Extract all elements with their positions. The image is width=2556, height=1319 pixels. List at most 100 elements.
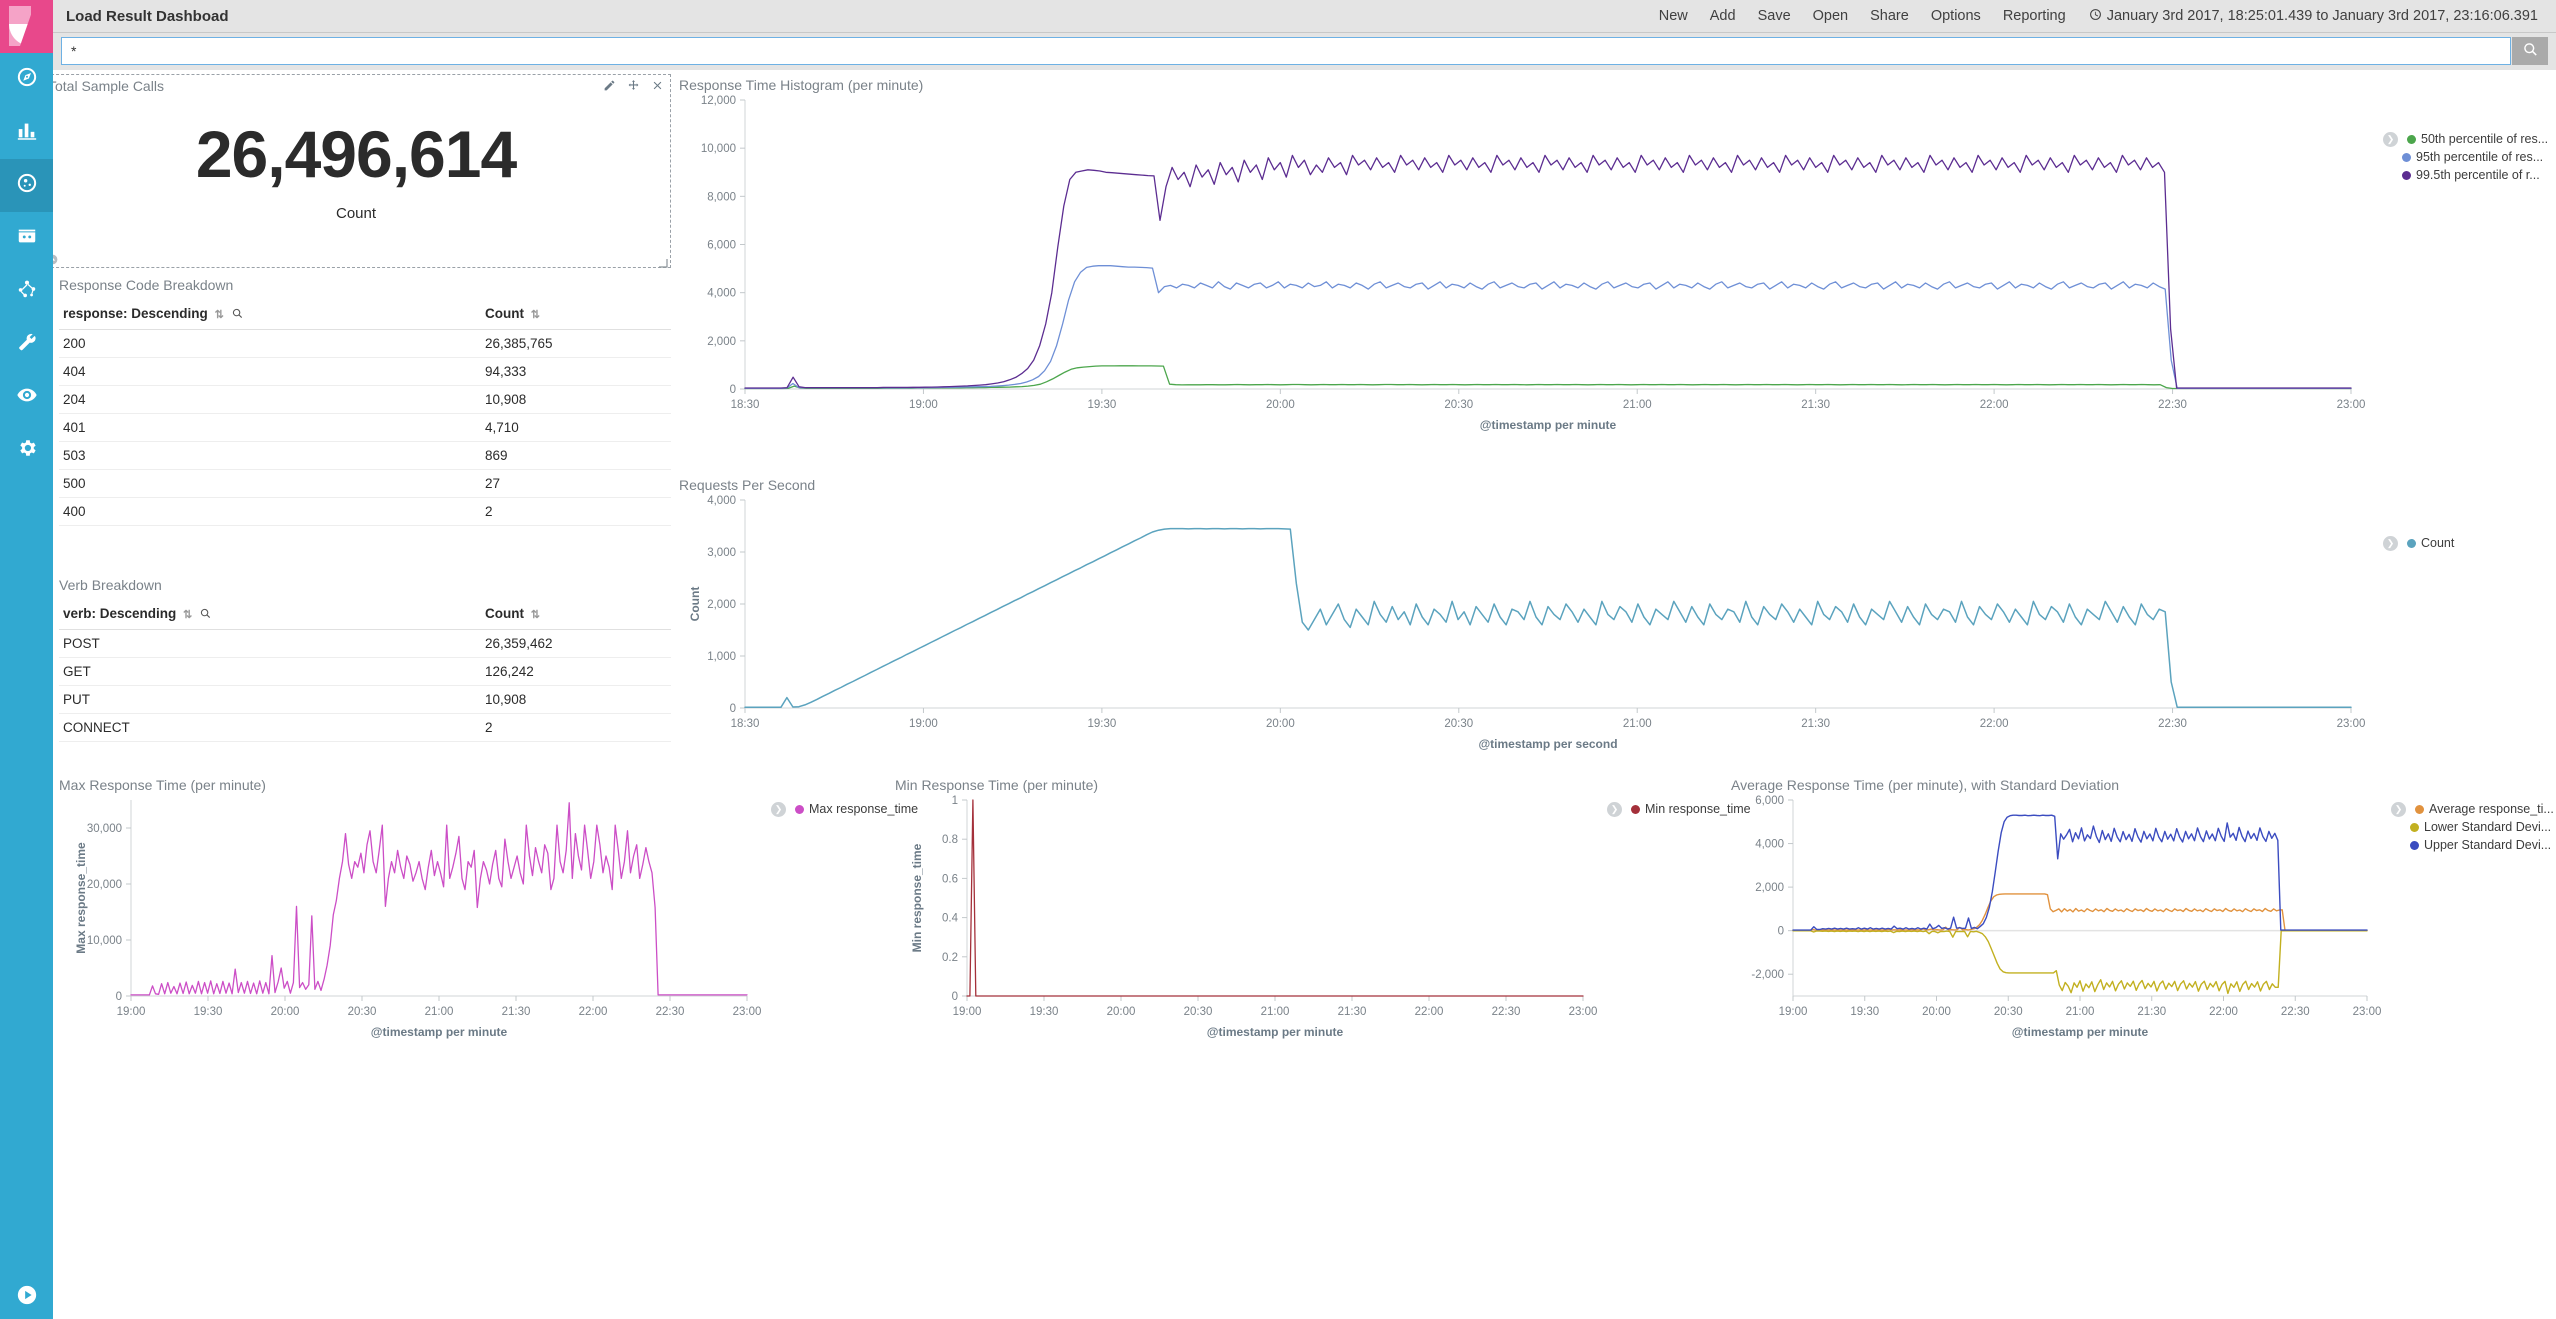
panel-total-sample-calls[interactable]: Total Sample Calls 26,496,614 Count — [41, 74, 671, 268]
legend-expander-icon[interactable]: ❯ — [2391, 801, 2406, 817]
svg-text:Max response_time: Max response_time — [74, 842, 88, 954]
legend-color-dot — [2407, 134, 2416, 144]
table-row[interactable]: 400 2 — [59, 497, 671, 526]
sort-icon[interactable]: ⇅ — [183, 609, 192, 621]
legend-item[interactable]: Lower Standard Devi... — [2391, 818, 2554, 836]
legend-item[interactable]: Upper Standard Devi... — [2391, 836, 2554, 854]
sidebar-item-timelion[interactable] — [0, 212, 53, 265]
close-icon[interactable] — [651, 79, 664, 97]
svg-text:@timestamp per minute: @timestamp per minute — [1480, 418, 1617, 432]
menu-item-reporting[interactable]: Reporting — [1992, 8, 2077, 24]
table-row[interactable]: 500 27 — [59, 469, 671, 498]
svg-text:19:00: 19:00 — [909, 399, 938, 411]
move-icon[interactable] — [627, 79, 640, 97]
sidebar-item-management[interactable] — [0, 424, 53, 477]
table-row[interactable]: POST 26,359,462 — [59, 629, 671, 658]
column-header-count[interactable]: Count ⇅ — [481, 300, 671, 330]
legend-label[interactable]: Average response_ti... — [2429, 802, 2554, 816]
sidebar-item-visualize[interactable] — [0, 106, 53, 159]
legend-color-dot — [2415, 804, 2424, 814]
edit-icon[interactable] — [603, 79, 616, 97]
legend-item[interactable]: ❯ Average response_ti... — [2391, 800, 2554, 818]
legend-expander-icon[interactable]: ❯ — [2383, 131, 2398, 147]
time-picker[interactable]: January 3rd 2017, 18:25:01.439 to Januar… — [2077, 8, 2542, 25]
legend-label[interactable]: 95th percentile of res... — [2416, 150, 2543, 164]
menu-item-add[interactable]: Add — [1699, 8, 1747, 24]
panel-requests-per-second[interactable]: Requests Per Second 0 1,000 2,000 3,000 4,00… — [673, 474, 2556, 774]
sidebar-item-dashboard[interactable] — [0, 159, 53, 212]
legend-average-response-time: ❯ Average response_ti... Lower Standard De… — [2391, 800, 2554, 854]
legend-label[interactable]: Upper Standard Devi... — [2424, 838, 2551, 852]
panel-resize-handle[interactable] — [658, 255, 668, 268]
table-header-row: verb: Descending ⇅ Count ⇅ — [59, 600, 671, 630]
svg-text:22:30: 22:30 — [1492, 1006, 1521, 1018]
column-search-icon[interactable] — [232, 306, 243, 321]
legend-item[interactable]: ❯ Count — [2383, 534, 2454, 552]
sidebar-item-discover[interactable] — [0, 53, 53, 106]
legend-expander-icon[interactable]: ❯ — [2383, 535, 2398, 551]
column-header-verb[interactable]: verb: Descending ⇅ — [59, 600, 481, 630]
panel-min-response-time[interactable]: Min Response Time (per minute) 0 0.2 0.4 0.… — [889, 774, 1751, 1064]
panel-average-response-time[interactable]: Average Response Time (per minute), with… — [1725, 774, 2556, 1064]
legend-label[interactable]: 99.5th percentile of r... — [2416, 168, 2540, 182]
legend-expander-icon[interactable]: ❯ — [1607, 801, 1622, 817]
sort-icon[interactable]: ⇅ — [531, 309, 540, 321]
svg-text:19:30: 19:30 — [1030, 1006, 1059, 1018]
column-header-response[interactable]: response: Descending ⇅ — [59, 300, 481, 330]
svg-text:22:30: 22:30 — [2158, 399, 2187, 411]
panel-title-verb-breakdown: Verb Breakdown — [59, 577, 162, 593]
column-search-icon[interactable] — [200, 606, 211, 621]
table-row[interactable]: 503 869 — [59, 441, 671, 470]
table-row[interactable]: GET 126,242 — [59, 657, 671, 686]
svg-text:20,000: 20,000 — [87, 879, 122, 891]
table-row[interactable]: 404 94,333 — [59, 357, 671, 386]
legend-item[interactable]: ❯ 50th percentile of res... — [2383, 130, 2548, 148]
timelion-icon — [16, 225, 38, 252]
table-row[interactable]: 401 4,710 — [59, 413, 671, 442]
panel-max-response-time[interactable]: Max Response Time (per minute) 0 10,000 20… — [53, 774, 918, 1064]
sidebar-item-dev-tools[interactable] — [0, 318, 53, 371]
legend-item[interactable]: 95th percentile of res... — [2383, 148, 2548, 166]
menu-item-open[interactable]: Open — [1802, 8, 1859, 24]
clock-icon — [2089, 8, 2102, 25]
legend-label[interactable]: Count — [2421, 536, 2454, 550]
table-row[interactable]: CONNECT 2 — [59, 713, 671, 742]
sidebar-item-monitoring[interactable] — [0, 371, 53, 424]
cell-key: 204 — [59, 385, 481, 414]
search-input[interactable] — [61, 37, 2511, 65]
sort-icon[interactable]: ⇅ — [215, 309, 224, 321]
table-row[interactable]: 200 26,385,765 — [59, 329, 671, 358]
cell-count: 10,908 — [481, 385, 671, 414]
cell-key: 500 — [59, 469, 481, 498]
svg-text:-2,000: -2,000 — [1751, 969, 1784, 981]
dashboard-menu: New Add Save Open Share Options Reportin… — [1648, 8, 2556, 25]
table-row[interactable]: PUT 10,908 — [59, 685, 671, 714]
panel-response-time-histogram[interactable]: Response Time Histogram (per minute) 0 2,… — [673, 74, 2556, 464]
svg-text:20:30: 20:30 — [1444, 718, 1473, 730]
chart-average-response-time: -2,000 0 2,000 4,000 6,000 19:00 19:30 20:00 20:… — [1751, 795, 2381, 1039]
svg-text:3,000: 3,000 — [707, 547, 736, 559]
sidebar-item-graph[interactable] — [0, 265, 53, 318]
dashboard-canvas: Total Sample Calls 26,496,614 Count Resp… — [41, 70, 2556, 1319]
menu-item-save[interactable]: Save — [1747, 8, 1802, 24]
search-button[interactable] — [2512, 37, 2548, 65]
column-header-count[interactable]: Count ⇅ — [481, 600, 671, 630]
kibana-logo[interactable] — [0, 0, 53, 53]
svg-text:6,000: 6,000 — [1755, 795, 1784, 807]
svg-text:19:00: 19:00 — [117, 1006, 146, 1018]
table-row[interactable]: 204 10,908 — [59, 385, 671, 414]
legend-label[interactable]: Lower Standard Devi... — [2424, 820, 2551, 834]
panel-verb-breakdown[interactable]: Verb Breakdown verb: Descending ⇅ Count … — [53, 574, 671, 774]
svg-text:19:00: 19:00 — [953, 1006, 982, 1018]
panel-response-code-breakdown[interactable]: Response Code Breakdown response: Descen… — [53, 274, 671, 564]
menu-item-options[interactable]: Options — [1920, 8, 1992, 24]
legend-label[interactable]: 50th percentile of res... — [2421, 132, 2548, 146]
legend-item[interactable]: 99.5th percentile of r... — [2383, 166, 2548, 184]
expand-rail-button[interactable] — [0, 1284, 53, 1311]
menu-item-share[interactable]: Share — [1859, 8, 1920, 24]
legend-requests-per-second: ❯ Count — [2383, 534, 2454, 552]
menu-item-new[interactable]: New — [1648, 8, 1699, 24]
legend-expander-icon[interactable]: ❯ — [771, 801, 786, 817]
svg-text:20:30: 20:30 — [1994, 1006, 2023, 1018]
sort-icon[interactable]: ⇅ — [531, 609, 540, 621]
